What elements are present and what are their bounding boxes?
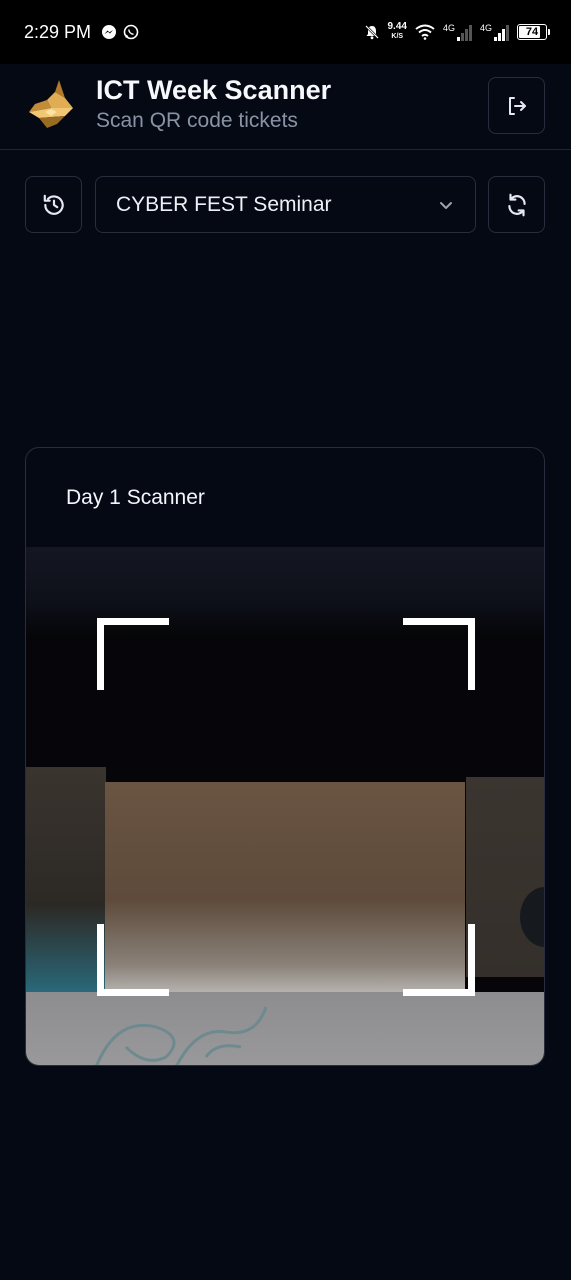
camera-feed-region [95,1006,268,1065]
refresh-icon [507,193,526,216]
camera-feed-region [466,777,544,977]
status-bar: 2:29 PM 9.44 K/S 4G 4G 74 [0,0,571,64]
signal-icon-sim2: 4G [480,23,509,41]
history-button[interactable] [25,176,82,233]
event-select[interactable]: CYBER FEST Seminar [95,176,476,233]
camera-feed-region [26,767,106,997]
net-speed-value: 9.44 [387,21,407,32]
scan-frame-corner [97,618,169,690]
signal-2-label: 4G [479,23,492,33]
battery-icon: 74 [517,24,550,40]
scan-frame-corner [403,924,475,996]
event-toolbar: CYBER FEST Seminar [0,176,571,234]
scan-frame-corner [403,618,475,690]
messenger-icon [102,25,117,39]
history-icon [43,194,64,215]
net-speed-unit: K/S [391,33,404,40]
bell-muted-icon [364,25,379,40]
wolf-logo-icon [29,80,73,128]
scan-frame-corner [97,924,169,996]
app-subtitle: Scan QR code tickets [96,109,298,132]
signal-1-label: 4G [442,23,455,33]
chevron-down-icon [440,201,452,209]
logout-button[interactable] [488,77,545,134]
status-indicators: 9.44 K/S 4G 4G 74 [364,22,550,42]
signal-icon-sim1: 4G [443,23,472,41]
logout-icon [508,96,526,115]
battery-level: 74 [525,26,539,38]
camera-view[interactable] [26,547,544,1065]
scanner-card: Day 1 Scanner [25,447,545,1066]
refresh-button[interactable] [488,176,545,233]
app-title: ICT Week Scanner [96,75,332,105]
app-header: ICT Week Scanner Scan QR code tickets [0,64,571,150]
status-time: 2:29 PM [24,21,92,42]
scanner-title: Day 1 Scanner [66,486,205,509]
wifi-icon [415,24,435,40]
whatsapp-icon [123,24,139,40]
event-select-value: CYBER FEST Seminar [116,192,332,216]
status-app-icons [101,24,139,40]
net-speed: 9.44 K/S [388,22,407,42]
